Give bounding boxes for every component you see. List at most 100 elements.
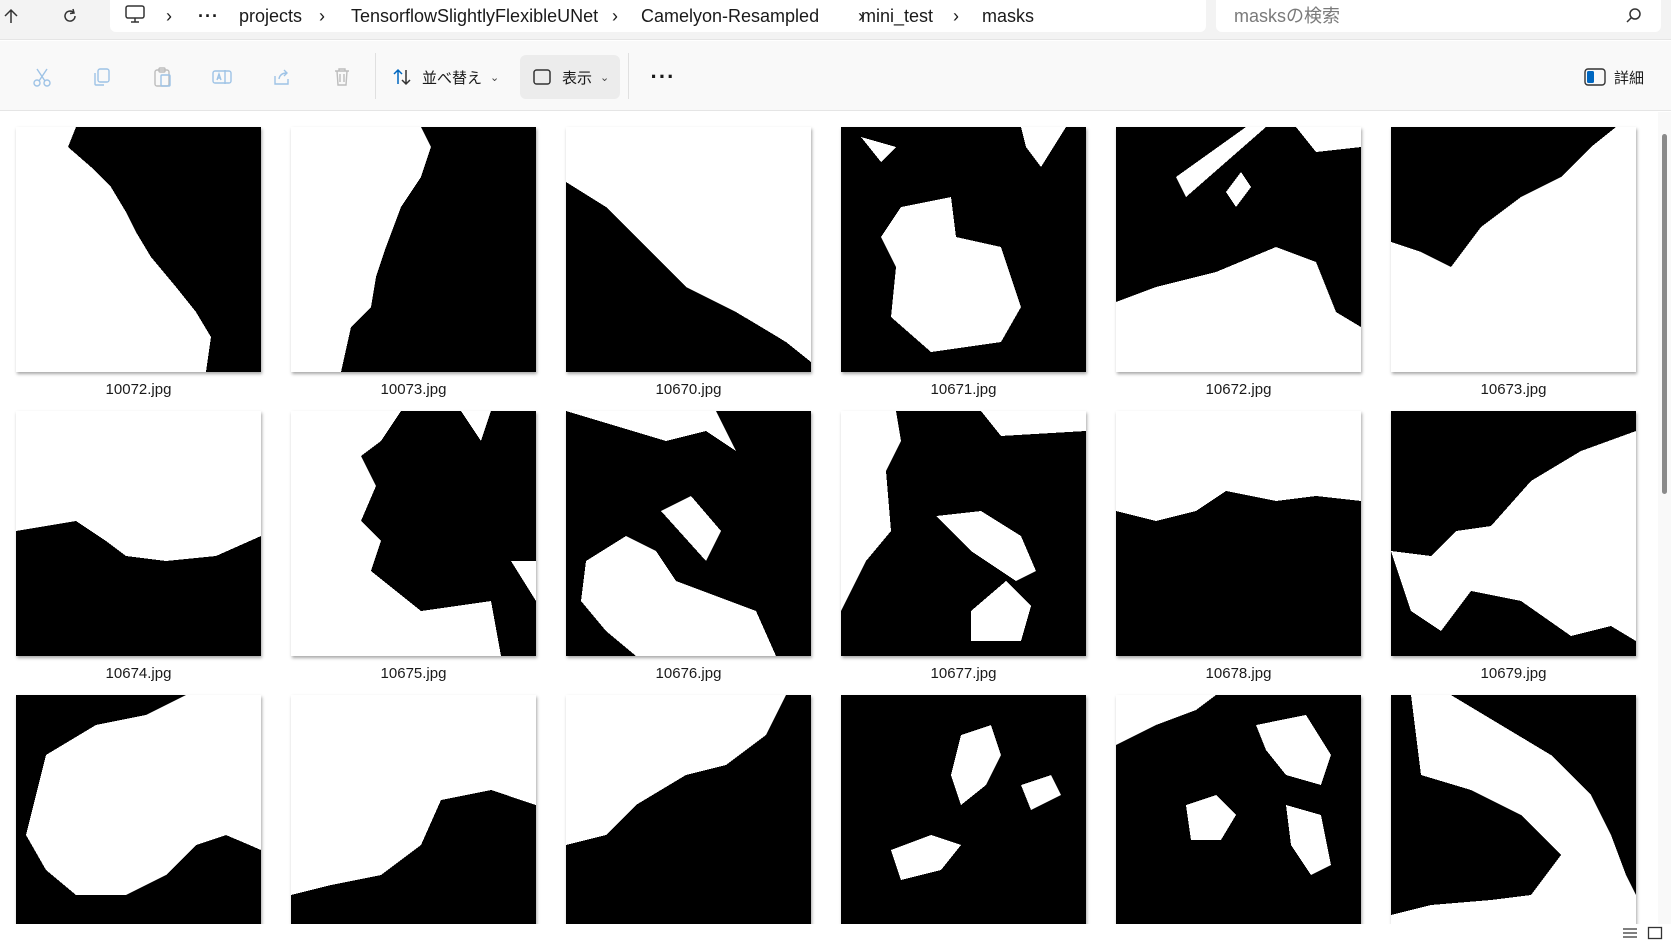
- mask-image: [841, 127, 1086, 372]
- view-icon: [533, 69, 551, 85]
- file-item[interactable]: 10672.jpg: [1100, 127, 1361, 407]
- file-name[interactable]: 10672.jpg: [1116, 381, 1361, 398]
- file-thumbnail[interactable]: [1116, 411, 1361, 656]
- copy-icon[interactable]: [89, 64, 115, 90]
- chevron-right-icon: ›: [953, 6, 959, 26]
- file-thumbnail[interactable]: [1391, 411, 1636, 656]
- search-input[interactable]: [1234, 4, 1604, 28]
- file-name[interactable]: 10679.jpg: [1391, 665, 1636, 682]
- delete-icon[interactable]: [329, 64, 355, 90]
- mask-image: [1391, 411, 1636, 656]
- cut-icon[interactable]: [29, 64, 55, 90]
- mask-image: [291, 695, 536, 924]
- file-thumbnail[interactable]: [566, 411, 811, 656]
- details-button[interactable]: 詳細: [1584, 65, 1644, 89]
- this-pc-icon[interactable]: [124, 3, 146, 25]
- file-item[interactable]: [1375, 695, 1636, 924]
- breadcrumb[interactable]: › ··· projects › TensorflowSlightlyFlexi…: [110, 0, 1206, 32]
- mask-image: [841, 695, 1086, 924]
- file-thumbnail[interactable]: [16, 127, 261, 372]
- file-item[interactable]: [0, 695, 261, 924]
- file-item[interactable]: 10673.jpg: [1375, 127, 1636, 407]
- file-thumbnail[interactable]: [1116, 127, 1361, 372]
- search-icon[interactable]: [1625, 7, 1643, 25]
- chevron-down-icon: ⌄: [600, 71, 610, 84]
- mask-image: [291, 127, 536, 372]
- file-grid: 10072.jpg 10073.jpg 10670.jpg 10671.jpg 1067…: [0, 112, 1658, 924]
- mask-image: [1116, 411, 1361, 656]
- file-name[interactable]: 10073.jpg: [291, 381, 536, 398]
- file-item[interactable]: 10671.jpg: [825, 127, 1086, 407]
- file-name[interactable]: 10673.jpg: [1391, 381, 1636, 398]
- thumbnail-view-icon[interactable]: [1647, 926, 1663, 940]
- view-button[interactable]: 表示 ⌄: [520, 55, 620, 99]
- file-item[interactable]: [275, 695, 536, 924]
- file-thumbnail[interactable]: [1391, 127, 1636, 372]
- file-thumbnail[interactable]: [841, 695, 1086, 924]
- paste-icon[interactable]: [149, 64, 175, 90]
- toolbar-divider: [628, 53, 629, 99]
- chevron-right-icon: ›: [319, 6, 325, 26]
- file-item[interactable]: 10674.jpg: [0, 411, 261, 691]
- file-name[interactable]: 10676.jpg: [566, 665, 811, 682]
- file-name[interactable]: 10675.jpg: [291, 665, 536, 682]
- file-item[interactable]: 10676.jpg: [550, 411, 811, 691]
- refresh-icon[interactable]: [53, 2, 87, 30]
- breadcrumb-projects[interactable]: projects: [239, 4, 302, 28]
- view-label: 表示: [562, 69, 593, 87]
- scrollbar-thumb[interactable]: [1662, 134, 1667, 494]
- file-thumbnail[interactable]: [566, 127, 811, 372]
- file-thumbnail[interactable]: [841, 127, 1086, 372]
- file-name[interactable]: 10677.jpg: [841, 665, 1086, 682]
- file-thumbnail[interactable]: [291, 411, 536, 656]
- file-item[interactable]: 10679.jpg: [1375, 411, 1636, 691]
- breadcrumb-mini-test[interactable]: mini_test: [861, 4, 933, 28]
- file-item[interactable]: 10072.jpg: [0, 127, 261, 407]
- up-arrow-icon[interactable]: [0, 2, 28, 30]
- file-item[interactable]: 10678.jpg: [1100, 411, 1361, 691]
- share-icon[interactable]: [269, 64, 295, 90]
- file-item[interactable]: 10073.jpg: [275, 127, 536, 407]
- mask-image: [1391, 695, 1636, 924]
- mask-image: [16, 411, 261, 656]
- breadcrumb-masks[interactable]: masks: [982, 4, 1034, 28]
- file-name[interactable]: 10678.jpg: [1116, 665, 1361, 682]
- search-box[interactable]: [1216, 0, 1661, 32]
- file-item[interactable]: 10670.jpg: [550, 127, 811, 407]
- chevron-down-icon: ⌄: [490, 71, 500, 84]
- breadcrumb-camelyon[interactable]: Camelyon-Resampled: [641, 4, 819, 28]
- mask-image: [1391, 127, 1636, 372]
- file-thumbnail[interactable]: [1116, 695, 1361, 924]
- file-item[interactable]: [550, 695, 811, 924]
- sort-label: 並べ替え: [422, 69, 483, 87]
- file-thumbnail[interactable]: [566, 695, 811, 924]
- vertical-scrollbar[interactable]: [1658, 112, 1671, 924]
- chevron-right-icon: ›: [166, 6, 172, 26]
- details-view-icon[interactable]: [1622, 926, 1638, 940]
- file-thumbnail[interactable]: [16, 411, 261, 656]
- mask-image: [16, 695, 261, 924]
- file-item[interactable]: [1100, 695, 1361, 924]
- breadcrumb-overflow[interactable]: ···: [198, 4, 219, 28]
- file-item[interactable]: [825, 695, 1086, 924]
- rename-icon[interactable]: [209, 64, 235, 90]
- mask-image: [1116, 695, 1361, 924]
- file-thumbnail[interactable]: [16, 695, 261, 924]
- file-item[interactable]: 10677.jpg: [825, 411, 1086, 691]
- details-label: 詳細: [1614, 69, 1645, 87]
- file-thumbnail[interactable]: [291, 127, 536, 372]
- file-thumbnail[interactable]: [1391, 695, 1636, 924]
- breadcrumb-unet[interactable]: TensorflowSlightlyFlexibleUNet: [351, 4, 598, 28]
- file-name[interactable]: 10670.jpg: [566, 381, 811, 398]
- file-thumbnail[interactable]: [841, 411, 1086, 656]
- mask-image: [841, 411, 1086, 656]
- mask-image: [291, 411, 536, 656]
- mask-image: [566, 695, 811, 924]
- sort-button[interactable]: 並べ替え ⌄: [392, 55, 504, 99]
- file-name[interactable]: 10674.jpg: [16, 665, 261, 682]
- more-options-button[interactable]: ···: [648, 64, 678, 89]
- file-thumbnail[interactable]: [291, 695, 536, 924]
- file-item[interactable]: 10675.jpg: [275, 411, 536, 691]
- file-name[interactable]: 10072.jpg: [16, 381, 261, 398]
- file-name[interactable]: 10671.jpg: [841, 381, 1086, 398]
